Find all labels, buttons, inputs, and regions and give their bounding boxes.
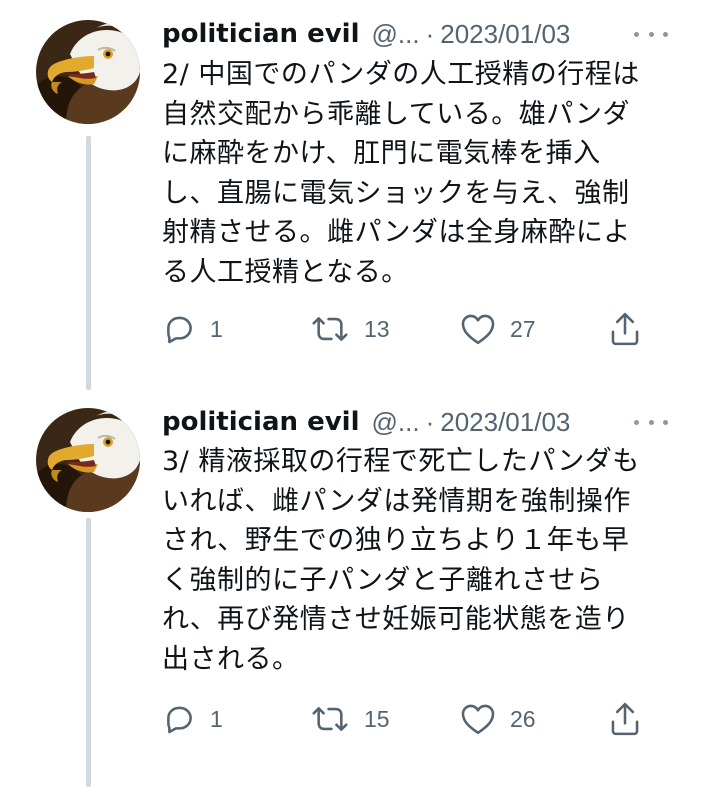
more-dot xyxy=(663,31,668,37)
thread-connector-line xyxy=(86,136,91,390)
more-dot xyxy=(634,31,639,37)
more-dot xyxy=(663,419,668,425)
retweet-count: 15 xyxy=(364,705,390,732)
tweet-actions: 1 15 26 xyxy=(162,698,652,740)
tweet[interactable]: politician evil @... · 2023/01/03 3/ 精液採… xyxy=(0,390,714,787)
avatar[interactable] xyxy=(36,20,140,124)
tweet-header: politician evil @... · 2023/01/03 xyxy=(162,402,674,442)
heart-icon xyxy=(461,314,495,345)
more-dot xyxy=(648,31,654,37)
retweet-icon xyxy=(312,317,348,341)
retweet-count: 13 xyxy=(364,315,390,342)
retweet-button[interactable]: 13 xyxy=(310,308,390,350)
reply-count: 1 xyxy=(210,705,223,732)
more-options-icon[interactable] xyxy=(634,410,668,434)
reply-icon xyxy=(167,316,192,344)
like-button[interactable]: 27 xyxy=(460,308,536,350)
bald-eagle-avatar-icon xyxy=(36,20,140,124)
tweet-date[interactable]: 2023/01/03 xyxy=(440,407,570,438)
retweet-icon xyxy=(312,707,348,731)
header-separator: · xyxy=(425,406,435,437)
share-icon xyxy=(611,312,639,346)
like-count: 26 xyxy=(510,705,536,732)
author-handle[interactable]: @... xyxy=(371,407,419,438)
more-dot xyxy=(648,419,654,425)
tweet[interactable]: politician evil @... · 2023/01/03 2/ 中国で… xyxy=(0,0,714,390)
more-dot xyxy=(634,419,639,425)
header-separator: · xyxy=(425,18,435,49)
avatar[interactable] xyxy=(36,408,140,512)
tweet-actions: 1 13 27 xyxy=(162,308,652,350)
tweet-text: 2/ 中国でのパンダの人工授精の行程は 自然交配から乖離している。雄パンダ に麻… xyxy=(162,59,640,288)
reply-icon xyxy=(167,706,192,734)
share-button[interactable] xyxy=(608,308,642,350)
author-name[interactable]: politician evil xyxy=(162,407,359,437)
author-name[interactable]: politician evil xyxy=(162,19,359,49)
reply-count: 1 xyxy=(210,315,223,342)
more-options-icon[interactable] xyxy=(634,22,668,46)
tweet-text: 3/ 精液採取の行程で死亡したパンダも いれば、雌パンダは発情期を強制操作 され… xyxy=(162,446,640,675)
thread-connector-line xyxy=(86,518,91,787)
reply-button[interactable]: 1 xyxy=(162,308,223,350)
tweet-date[interactable]: 2023/01/03 xyxy=(440,19,570,50)
share-button[interactable] xyxy=(608,698,642,740)
like-count: 27 xyxy=(510,315,536,342)
author-handle[interactable]: @... xyxy=(371,19,419,50)
heart-icon xyxy=(461,704,495,735)
like-button[interactable]: 26 xyxy=(460,698,536,740)
bald-eagle-avatar-icon xyxy=(36,408,140,512)
retweet-button[interactable]: 15 xyxy=(310,698,390,740)
reply-button[interactable]: 1 xyxy=(162,698,223,740)
tweet-header: politician evil @... · 2023/01/03 xyxy=(162,14,674,54)
share-icon xyxy=(611,702,639,736)
